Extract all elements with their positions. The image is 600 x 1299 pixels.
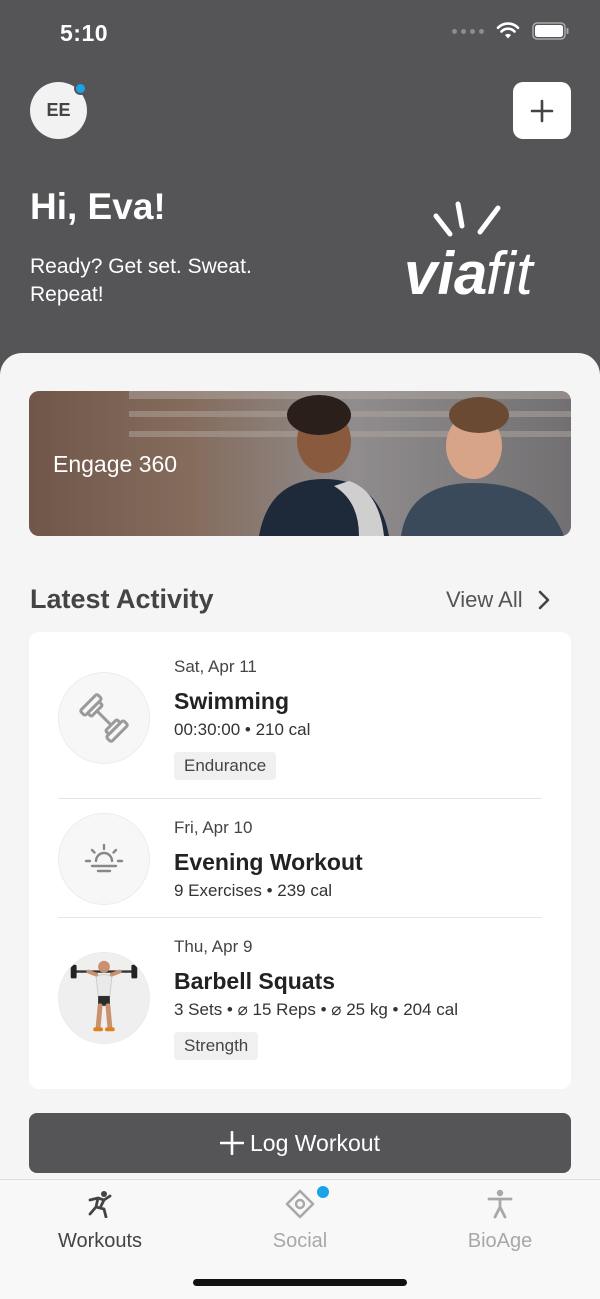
greeting-title: Hi, Eva! [30,186,166,227]
activity-date: Thu, Apr 9 [174,937,253,956]
svg-text:fit: fit [486,240,535,307]
wifi-icon [496,22,520,39]
activity-date: Fri, Apr 10 [174,818,253,837]
tab-social[interactable]: Social [200,1180,400,1260]
barbell-squat-figure [58,952,150,1044]
activity-item-barbell-squats[interactable]: Thu, Apr 9 Barbell Squats 3 Sets • ⌀ 15 … [29,918,571,1089]
activity-title: Evening Workout [174,849,363,875]
activity-title: Swimming [174,688,290,714]
battery-icon [532,22,569,40]
activity-item-evening-workout[interactable]: Fri, Apr 10 Evening Workout 9 Exercises … [29,799,571,917]
status-bar: 5:10 [0,0,600,66]
view-all-link[interactable]: View All [446,587,551,613]
activity-title: Barbell Squats [174,968,336,994]
activity-meta: 3 Sets • ⌀ 15 Reps • ⌀ 25 kg • 204 cal [174,1000,459,1019]
sunset-icon [58,813,150,905]
person-icon [486,1188,514,1220]
greeting-tagline: Ready? Get set. Sweat. Repeat! [30,255,252,306]
notification-dot [74,82,87,95]
activity-item-swimming[interactable]: Sat, Apr 11 Swimming 00:30:00 • 210 cal … [29,632,571,798]
tab-label: Workouts [57,1230,143,1252]
tab-workouts[interactable]: Workouts [0,1180,200,1260]
engage-banner[interactable]: Engage 360 [29,391,571,536]
log-workout-button[interactable]: Log Workout [29,1113,571,1173]
view-all-label: View All [446,587,523,612]
plus-icon [220,1131,244,1155]
activity-tag: Strength [174,1032,259,1060]
activity-tag: Endurance [174,752,277,780]
signal-dots-icon [452,28,484,34]
activity-list: Sat, Apr 11 Swimming 00:30:00 • 210 cal … [29,632,571,1089]
add-button[interactable] [513,82,571,139]
home-indicator [193,1279,407,1286]
viafit-logo: via fit [404,201,535,307]
tab-label: Social [272,1230,328,1252]
status-icons [452,22,570,40]
latest-activity-title: Latest Activity [30,584,214,614]
activity-meta: 9 Exercises • 239 cal [174,881,333,900]
plus-icon [530,99,554,122]
activity-meta: 00:30:00 • 210 cal [174,720,311,739]
activity-date: Sat, Apr 11 [174,657,257,676]
tab-label: BioAge [467,1230,533,1252]
chevron-right-icon [538,590,549,610]
banner-label: Engage 360 [53,451,178,477]
svg-text:via: via [404,240,487,307]
avatar-initials: EE [46,100,71,120]
dumbbell-icon [58,672,150,764]
running-figure-icon [84,1188,116,1220]
status-time: 5:10 [60,20,109,46]
tab-bioage[interactable]: BioAge [400,1180,600,1260]
social-icon [285,1186,329,1220]
avatar[interactable]: EE [30,82,87,139]
log-workout-label: Log Workout [250,1129,380,1156]
notification-dot [317,1186,329,1198]
